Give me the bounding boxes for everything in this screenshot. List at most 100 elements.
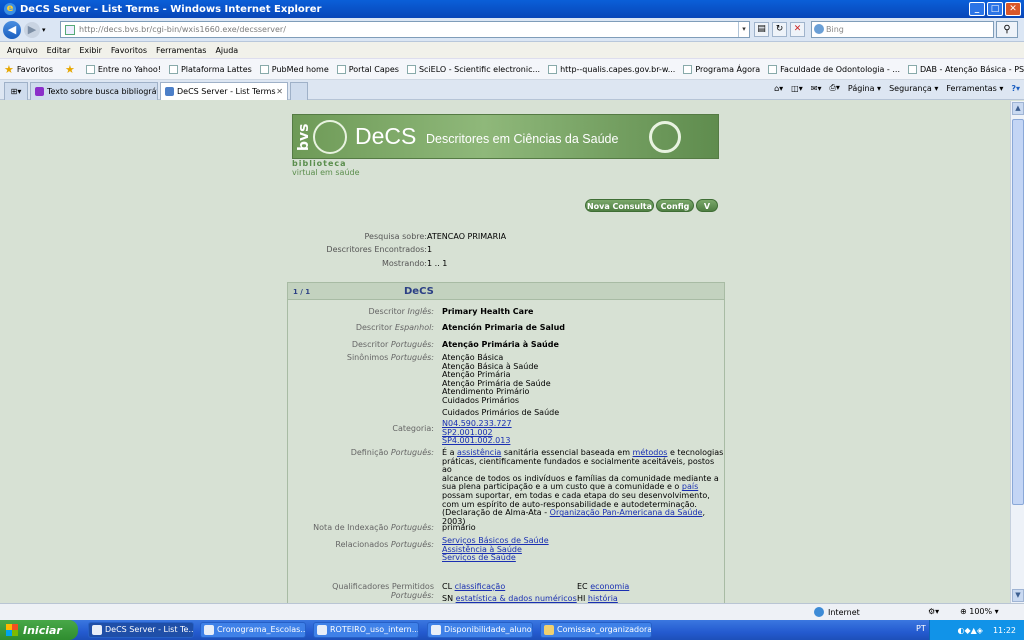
scroll-up-icon[interactable]: ▲	[1012, 102, 1024, 115]
print-icon[interactable]: ⎙▾	[829, 83, 839, 93]
banner-subtitle: Descritores em Ciências da Saúde	[426, 132, 619, 146]
yahoo-icon	[85, 64, 95, 74]
close-tab-icon[interactable]: ✕	[276, 87, 283, 96]
new-tab-button[interactable]	[290, 82, 308, 100]
opas-link[interactable]: Organização Pan-Americana da Saúde	[550, 508, 703, 517]
close-window-button[interactable]: ✕	[1005, 2, 1021, 16]
menu-pagina[interactable]: Página ▾	[848, 84, 881, 93]
minimize-button[interactable]: _	[969, 2, 985, 16]
relacionado-link[interactable]: Serviços de Saúde	[442, 553, 516, 562]
scroll-thumb[interactable]	[1012, 119, 1024, 505]
page-icon	[683, 64, 693, 74]
feeds-icon[interactable]: ◫▾	[791, 84, 803, 93]
config-button[interactable]: Config	[656, 199, 694, 212]
qualificador-link[interactable]: economia	[590, 582, 629, 591]
history-dropdown-icon[interactable]: ▾	[42, 26, 46, 34]
title-bar: e DeCS Server - List Terms - Windows Int…	[0, 0, 1024, 18]
address-bar: ◀ ▶ ▾ http://decs.bvs.br/cgi-bin/wxis166…	[0, 18, 1024, 42]
fav-agora[interactable]: Programa Ágora	[683, 64, 760, 74]
system-tray: ◐◆▲◈ 11:22	[929, 620, 1024, 640]
tab-texto-busca[interactable]: Texto sobre busca bibliográfi...	[30, 82, 158, 100]
menu-ferramentas-cmd[interactable]: Ferramentas ▾	[946, 84, 1003, 93]
tray-icons[interactable]: ◐◆▲◈	[958, 626, 983, 635]
vertical-scrollbar[interactable]: ▲ ▼	[1010, 101, 1024, 603]
page-icon	[908, 64, 917, 74]
scroll-down-icon[interactable]: ▼	[1012, 589, 1024, 602]
maximize-button[interactable]: □	[987, 2, 1003, 16]
task-cronograma[interactable]: Cronograma_Escolas...	[200, 622, 306, 638]
fav-yahoo[interactable]: Entre no Yahoo!	[85, 64, 161, 74]
back-button[interactable]: ◀	[3, 20, 21, 39]
start-button[interactable]: Iniciar	[0, 620, 78, 640]
search-input[interactable]: Bing	[811, 21, 994, 38]
fav-odontologia[interactable]: Faculdade de Odontologia - ...	[768, 64, 900, 74]
tab-decs-server[interactable]: DeCS Server - List Terms ✕	[160, 82, 288, 100]
yahoo-tab-icon	[35, 87, 44, 96]
help-icon[interactable]: ?▾	[1011, 84, 1020, 93]
banner-decs-title: DeCS	[355, 123, 417, 149]
assistencia-link[interactable]: assistência	[457, 448, 501, 457]
add-favorite-icon[interactable]: ★	[61, 63, 78, 76]
categoria-link[interactable]: SP4.001.002.013	[442, 436, 510, 445]
pubmed-icon	[259, 64, 269, 74]
favorites-star-icon: ★	[4, 62, 14, 76]
url-field[interactable]: http://decs.bvs.br/cgi-bin/wxis1660.exe/…	[60, 21, 750, 38]
tab-bar: ⊞▾ Texto sobre busca bibliográfi... DeCS…	[0, 80, 1024, 100]
page-icon	[168, 64, 178, 74]
menu-editar[interactable]: Editar	[47, 46, 71, 55]
qualificador-link[interactable]: classificação	[455, 582, 506, 591]
metodos-link[interactable]: métodos	[633, 448, 668, 457]
url-dropdown-icon[interactable]: ▾	[738, 22, 749, 37]
task-decs[interactable]: DeCS Server - List Te...	[88, 622, 194, 638]
ie-icon	[92, 625, 102, 635]
fav-qualis[interactable]: http--qualis.capes.gov.br-w...	[548, 64, 675, 74]
clock: 11:22	[992, 625, 1016, 635]
mail-icon[interactable]: ✉▾	[811, 84, 822, 93]
ie-logo-icon: e	[4, 3, 16, 15]
stop-icon[interactable]: ✕	[790, 22, 805, 37]
fav-lattes[interactable]: Plataforma Lattes	[168, 64, 252, 74]
menu-ajuda[interactable]: Ajuda	[215, 46, 238, 55]
windows-logo-icon	[6, 624, 18, 636]
page-icon	[65, 24, 75, 35]
definicao-text: É a assistência sanitária essencial base…	[442, 448, 724, 526]
compat-view-icon[interactable]: ▤	[754, 22, 769, 37]
fav-pubmed[interactable]: PubMed home	[259, 64, 329, 74]
language-indicator[interactable]: PT	[916, 624, 926, 633]
home-icon[interactable]: ⌂▾	[774, 84, 783, 93]
menu-favoritos[interactable]: Favoritos	[111, 46, 147, 55]
task-roteiro[interactable]: ROTEIRO_uso_intern...	[313, 622, 419, 638]
folder-icon	[544, 625, 554, 635]
search-icon[interactable]: ⚲	[996, 21, 1018, 38]
fav-scielo[interactable]: SciELO - Scientific electronic...	[406, 64, 540, 74]
task-comissao[interactable]: Comissao_organizadora	[540, 622, 652, 638]
menu-seguranca[interactable]: Segurança ▾	[889, 84, 938, 93]
security-zone: Internet	[814, 607, 860, 617]
menu-arquivo[interactable]: Arquivo	[7, 46, 38, 55]
command-bar: ⌂▾ ◫▾ ✉▾ ⎙▾ Página ▾ Segurança ▾ Ferrame…	[774, 83, 1020, 93]
banner-circle-logo	[313, 120, 347, 154]
task-disponibilidade[interactable]: Disponibilidade_aluno...	[427, 622, 533, 638]
menu-exibir[interactable]: Exibir	[79, 46, 102, 55]
doc-icon	[204, 625, 214, 635]
qualificador-link[interactable]: história	[588, 594, 618, 603]
qualificador-link[interactable]: estatística & dados numéricos	[456, 594, 577, 603]
result-counter: 1 / 1	[293, 288, 311, 296]
fav-dab[interactable]: DAB - Atenção Básica - PSF ...	[908, 64, 1024, 74]
scielo-icon	[406, 64, 416, 74]
bvs-logo: bvs	[296, 123, 312, 151]
favorites-button[interactable]: ★ Favoritos	[0, 63, 53, 76]
nova-consulta-button[interactable]: Nova Consulta	[585, 199, 654, 212]
bvs-tagline: biblioteca virtual em saúde	[292, 159, 360, 177]
forward-button[interactable]: ▶	[24, 21, 40, 38]
favorites-bar: ★ Favoritos ★ Entre no Yahoo! Plataforma …	[0, 58, 1024, 80]
quick-tabs-icon[interactable]: ⊞▾	[4, 82, 28, 100]
globe-icon	[814, 607, 824, 617]
zoom-control[interactable]: ⊕ 100% ▾	[960, 607, 999, 616]
protected-mode-icon[interactable]: ⚙▾	[928, 607, 939, 616]
v-button[interactable]: V	[696, 199, 718, 212]
url-text: http://decs.bvs.br/cgi-bin/wxis1660.exe/…	[79, 25, 286, 34]
menu-ferramentas[interactable]: Ferramentas	[156, 46, 206, 55]
fav-capes[interactable]: Portal Capes	[336, 64, 399, 74]
refresh-icon[interactable]: ↻	[772, 22, 787, 37]
